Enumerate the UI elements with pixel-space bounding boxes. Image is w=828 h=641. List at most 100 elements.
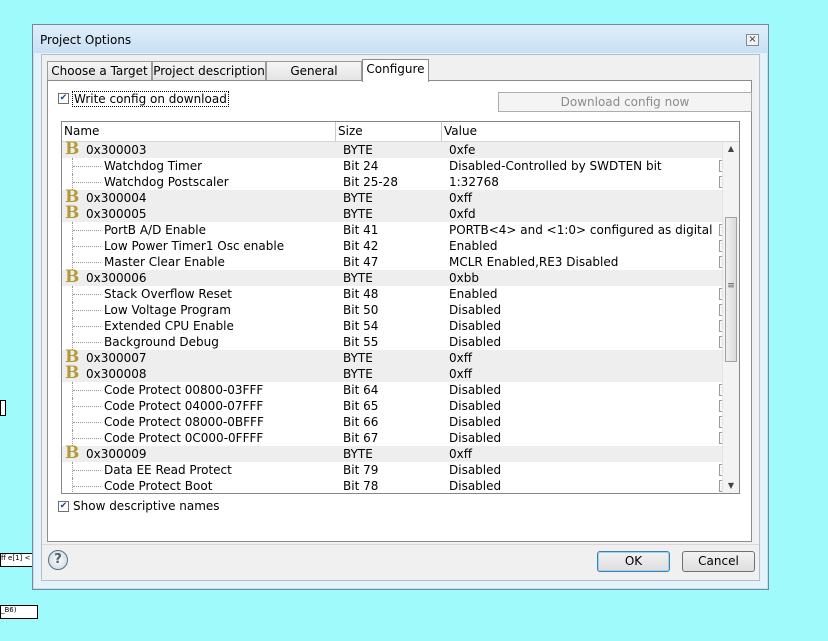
config-group-row[interactable]: B 0x300003 BYTE 0xfe xyxy=(62,141,726,158)
tree-line xyxy=(73,166,101,167)
column-header-value[interactable]: Value xyxy=(442,122,739,141)
row-value[interactable]: Disabled xyxy=(449,334,715,350)
row-name: 0x300006 xyxy=(86,271,147,285)
show-descriptive-checkbox[interactable]: ✔ xyxy=(58,501,69,512)
row-size: BYTE xyxy=(343,367,373,381)
config-group-row[interactable]: B 0x300004 BYTE 0xff xyxy=(62,189,726,206)
register-group-icon: B xyxy=(65,443,80,463)
row-value: 0xff xyxy=(449,351,473,365)
row-value[interactable]: 1:32768 xyxy=(449,174,715,190)
row-name: Code Protect Boot xyxy=(104,479,213,493)
row-size: Bit 65 xyxy=(343,399,379,413)
row-value[interactable]: Disabled xyxy=(449,430,715,446)
footer-divider xyxy=(42,544,759,545)
tree-line xyxy=(73,230,101,231)
config-setting-row[interactable]: Code Protect 04000-07FFFBit 65Disabled▼ xyxy=(62,398,730,414)
download-config-button[interactable]: Download config now xyxy=(498,92,752,112)
row-value[interactable]: PORTB<4> and <1:0> configured as digital… xyxy=(449,222,715,238)
row-name: Watchdog Timer xyxy=(104,159,203,173)
tree-line xyxy=(73,326,101,327)
register-group-icon: B xyxy=(65,363,80,383)
config-setting-row[interactable]: Watchdog PostscalerBit 25-281:32768▼ xyxy=(62,174,730,190)
column-header-size[interactable]: Size xyxy=(336,122,442,141)
row-name: Low Voltage Program xyxy=(104,303,231,317)
config-setting-row[interactable]: Code Protect 08000-0BFFFBit 66Disabled▼ xyxy=(62,414,730,430)
scroll-up-icon[interactable]: ▲ xyxy=(725,143,737,155)
show-descriptive-label[interactable]: Show descriptive names xyxy=(73,499,220,513)
tab-general-options[interactable]: General Options xyxy=(266,61,362,96)
tree-line xyxy=(73,470,101,471)
row-size: Bit 41 xyxy=(343,223,379,237)
row-size: Bit 78 xyxy=(343,479,379,493)
cancel-button[interactable]: Cancel xyxy=(682,551,755,572)
config-setting-row[interactable]: Stack Overflow ResetBit 48Enabled▼ xyxy=(62,286,730,302)
config-setting-row[interactable]: Code Protect BootBit 78Disabled▼ xyxy=(62,478,730,493)
row-name: PortB A/D Enable xyxy=(104,223,207,237)
config-setting-row[interactable]: Watchdog Timer Bit 24 Disabled-Controlled … xyxy=(62,158,730,174)
row-value: 0xfd xyxy=(449,207,476,221)
row-name: Watchdog Postscaler xyxy=(104,175,229,189)
row-name: Master Clear Enable xyxy=(104,255,225,269)
tab-configure[interactable]: Configure xyxy=(362,59,429,82)
row-size: BYTE xyxy=(343,191,373,205)
config-group-row[interactable]: B 0x300006 BYTE 0xbb xyxy=(62,269,726,286)
row-value[interactable]: Enabled xyxy=(449,286,715,302)
row-size: Bit 54 xyxy=(343,319,379,333)
dialog-client-area: Choose a Target Project description Gene… xyxy=(41,54,760,581)
config-setting-row[interactable]: Master Clear Enable Bit 47 MCLR Enabled,RE… xyxy=(62,254,730,270)
config-setting-row[interactable]: Code Protect 0C000-0FFFFBit 67Disabled▼ xyxy=(62,430,730,446)
row-name: Data EE Read Protect xyxy=(104,463,232,477)
row-name: 0x300003 xyxy=(86,143,147,157)
tab-choose-target[interactable]: Choose a Target xyxy=(47,61,152,80)
tab-project-description[interactable]: Project description xyxy=(152,61,266,80)
row-value: 0xff xyxy=(449,367,473,381)
vertical-scrollbar[interactable]: ▲ ≡ ▼ xyxy=(722,142,739,493)
row-value[interactable]: Disabled xyxy=(449,462,715,478)
row-value[interactable]: Disabled xyxy=(449,318,715,334)
close-button[interactable]: × xyxy=(746,34,759,46)
row-value[interactable]: Disabled xyxy=(449,398,715,414)
row-value: 0xbb xyxy=(449,271,479,285)
row-value[interactable]: Disabled-Controlled by SWDTEN bit xyxy=(449,158,715,174)
config-setting-row[interactable]: Extended CPU EnableBit 54Disabled▼ xyxy=(62,318,730,334)
row-name: Background Debug xyxy=(104,335,219,349)
config-setting-row[interactable]: PortB A/D Enable Bit 41 PORTB<4> and <1:0>… xyxy=(62,222,730,238)
write-config-label[interactable]: Write config on download xyxy=(72,91,229,107)
config-setting-row[interactable]: Low Power Timer1 Osc enable Bit 42 Enabled… xyxy=(62,238,730,254)
row-name: Stack Overflow Reset xyxy=(104,287,232,301)
row-size: Bit 79 xyxy=(343,463,379,477)
dialog-title: Project Options xyxy=(40,33,132,47)
ok-button[interactable]: OK xyxy=(597,551,670,572)
config-setting-row[interactable]: Low Voltage ProgramBit 50Disabled▼ xyxy=(62,302,730,318)
column-header-name[interactable]: Name xyxy=(62,122,336,141)
row-name: 0x300004 xyxy=(86,191,147,205)
row-value[interactable]: MCLR Enabled,RE3 Disabled xyxy=(449,254,715,270)
config-group-row[interactable]: B 0x300007 BYTE 0xff xyxy=(62,349,726,366)
write-config-checkbox[interactable]: ✔ xyxy=(58,93,69,104)
row-size: Bit 55 xyxy=(343,335,379,349)
tree-line xyxy=(73,262,101,263)
row-size: Bit 50 xyxy=(343,303,379,317)
scroll-down-icon[interactable]: ▼ xyxy=(725,480,737,492)
row-size: Bit 25-28 xyxy=(343,175,398,189)
row-size: BYTE xyxy=(343,351,373,365)
title-bar[interactable]: Project Options × xyxy=(33,25,768,53)
row-value[interactable]: Enabled xyxy=(449,238,715,254)
config-setting-row[interactable]: Code Protect 00800-03FFFBit 64Disabled▼ xyxy=(62,382,730,398)
config-group-row[interactable]: B 0x300008 BYTE 0xff xyxy=(62,363,726,383)
row-value[interactable]: Disabled xyxy=(449,382,715,398)
config-setting-row[interactable]: Background DebugBit 55Disabled▼ xyxy=(62,334,730,350)
row-value: 0xff xyxy=(449,191,473,205)
help-icon[interactable]: ? xyxy=(48,550,68,570)
row-size: Bit 64 xyxy=(343,383,379,397)
config-group-row[interactable]: B 0x300009 BYTE 0xff xyxy=(62,443,726,463)
background-fragment: _B6) xyxy=(0,605,38,619)
scroll-thumb[interactable]: ≡ xyxy=(725,217,737,362)
row-value[interactable]: Disabled xyxy=(449,302,715,318)
config-group-row[interactable]: B 0x300005 BYTE 0xfd xyxy=(62,203,726,223)
config-setting-row[interactable]: Data EE Read ProtectBit 79Disabled▼ xyxy=(62,462,730,478)
row-name: 0x300009 xyxy=(86,447,147,461)
row-value[interactable]: Disabled xyxy=(449,478,715,493)
row-value[interactable]: Disabled xyxy=(449,414,715,430)
register-group-icon: B xyxy=(65,203,80,223)
